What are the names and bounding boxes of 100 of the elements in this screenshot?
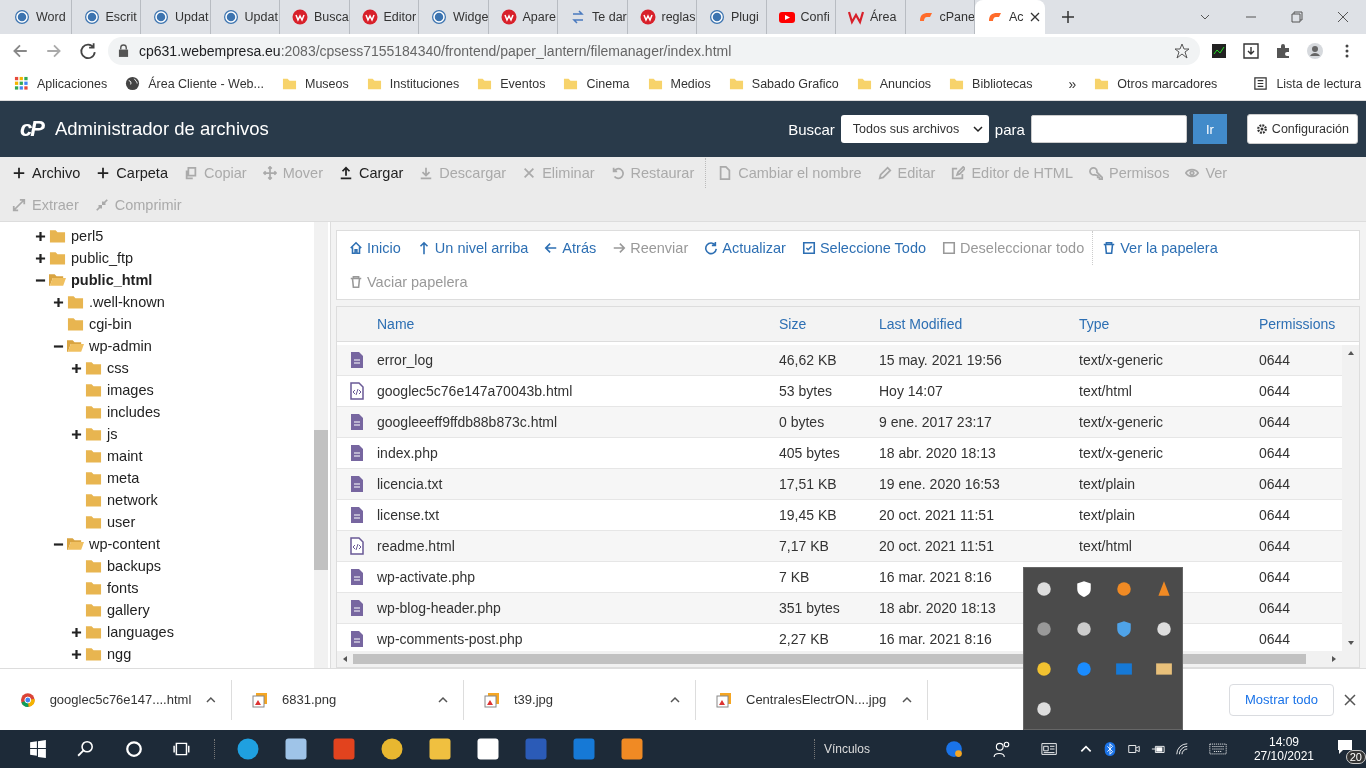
folder-name[interactable]: perl5 — [71, 228, 104, 244]
expand-icon[interactable] — [71, 648, 82, 660]
folder-name[interactable]: ngg — [107, 646, 132, 662]
browser-tab[interactable]: Widge — [419, 0, 489, 34]
show-all-button[interactable]: Mostrar todo — [1229, 683, 1334, 716]
expand-icon[interactable] — [53, 296, 64, 308]
folder-name[interactable]: css — [107, 360, 129, 376]
close-icon[interactable] — [1344, 693, 1356, 706]
folder-name[interactable]: gallery — [107, 602, 150, 618]
download-item[interactable]: CentralesElectrON....jpg — [696, 679, 928, 720]
bookmark[interactable]: Lista de lectura — [1253, 76, 1362, 91]
bookmark[interactable]: Otros marcadores — [1094, 76, 1218, 91]
browser-tab[interactable]: Apare — [488, 0, 558, 34]
download-icon[interactable] — [1243, 42, 1259, 59]
column-header[interactable]: Name — [377, 316, 779, 332]
shield-icon[interactable] — [1115, 620, 1133, 638]
bookmark[interactable]: Instituciones — [366, 76, 460, 91]
bookmark[interactable]: Bibliotecas — [949, 76, 1033, 91]
expand-icon[interactable] — [71, 626, 82, 638]
folder-name[interactable]: public_ftp — [71, 250, 134, 266]
wifi-icon[interactable] — [1174, 742, 1189, 756]
file-name[interactable]: googlec5c76e147a70043b.html — [377, 383, 779, 399]
folder-name[interactable]: wp-content — [89, 536, 160, 552]
nav-button[interactable]: Inicio — [341, 231, 409, 265]
bookmark[interactable]: Museos — [282, 76, 349, 91]
browser-tab[interactable]: Updat — [141, 0, 211, 34]
folder-name[interactable]: wp-admin — [89, 338, 152, 354]
browser-tab[interactable]: Área — [836, 0, 906, 34]
folder-name[interactable]: languages — [107, 624, 174, 640]
file-name[interactable]: license.txt — [377, 507, 779, 523]
circle-icon[interactable] — [125, 740, 143, 758]
search-icon[interactable] — [77, 740, 95, 758]
folder-name[interactable]: images — [107, 382, 154, 398]
file-name[interactable]: licencia.txt — [377, 476, 779, 492]
bluetooth-icon[interactable] — [1102, 742, 1117, 756]
download-item[interactable]: 6831.png — [232, 679, 464, 720]
browser-tab[interactable]: Plugi — [697, 0, 767, 34]
file-name[interactable]: index.php — [377, 445, 779, 461]
expand-icon[interactable] — [71, 428, 82, 440]
task-view-icon[interactable] — [173, 740, 191, 758]
round-badge-icon[interactable] — [1115, 580, 1133, 598]
expand-icon[interactable] — [71, 362, 82, 374]
reload-icon[interactable] — [79, 41, 97, 60]
toolbar-button[interactable]: Carpeta — [88, 157, 176, 189]
folder-name[interactable]: cgi-bin — [89, 316, 132, 332]
browser-tab[interactable]: Escrit — [71, 0, 141, 34]
folder-name[interactable]: public_html — [71, 272, 153, 288]
close-icon[interactable] — [1337, 11, 1349, 23]
chart-extension-icon[interactable] — [1211, 42, 1227, 59]
settings-button[interactable]: Configuración — [1246, 114, 1358, 144]
nav-button[interactable]: Seleccione Todo — [793, 231, 935, 265]
file-name[interactable]: readme.html — [377, 538, 779, 554]
folder-name[interactable]: js — [107, 426, 118, 442]
profile-icon[interactable] — [1307, 42, 1323, 59]
column-header[interactable]: Type — [1079, 316, 1259, 332]
expand-icon[interactable] — [35, 252, 46, 264]
browser-tab[interactable]: reglas — [627, 0, 697, 34]
nav-button[interactable]: Ver la papelera — [1094, 231, 1226, 265]
nav-button[interactable]: Atrás — [536, 231, 605, 265]
browser-tab[interactable]: Editor — [349, 0, 419, 34]
file-name[interactable]: googleeeff9ffdb88b873c.html — [377, 414, 779, 430]
browser-tab[interactable]: Ac — [975, 0, 1045, 34]
browser-tab[interactable]: Updat — [210, 0, 280, 34]
bookmark[interactable]: Cinema — [563, 76, 630, 91]
browser-tab[interactable]: Word — [2, 0, 72, 34]
browser-tab[interactable]: Busca — [280, 0, 350, 34]
toolbar-button[interactable]: Cargar — [330, 157, 412, 189]
folder-name[interactable]: network — [107, 492, 158, 508]
more-bookmarks-button[interactable]: » — [1068, 75, 1077, 92]
camera-icon[interactable] — [1126, 742, 1141, 756]
file-name[interactable]: wp-comments-post.php — [377, 631, 779, 647]
bookmark[interactable]: Medios — [647, 76, 711, 91]
windows-start-icon[interactable] — [29, 740, 47, 758]
column-header[interactable]: Permissions — [1259, 316, 1342, 332]
close-icon[interactable] — [1029, 12, 1040, 22]
nav-button[interactable]: Actualizar — [696, 231, 794, 265]
keyboard-icon[interactable] — [1208, 740, 1227, 758]
search-field[interactable] — [1030, 115, 1187, 143]
column-header[interactable]: Size — [779, 316, 879, 332]
people-icon[interactable] — [992, 740, 1011, 758]
scroll-thumb[interactable] — [314, 430, 328, 570]
news-icon[interactable] — [1040, 740, 1059, 758]
envelope-icon[interactable] — [1155, 660, 1173, 678]
browser-tab[interactable]: Te dar — [558, 0, 628, 34]
scope-dropdown[interactable]: Todos sus archivos — [840, 115, 989, 143]
folder-name[interactable]: user — [107, 514, 136, 530]
file-name[interactable]: wp-blog-header.php — [377, 600, 779, 616]
clock[interactable]: 14:09 27/10/2021 — [1253, 735, 1314, 763]
folder-name[interactable]: meta — [107, 470, 140, 486]
bookmark[interactable]: Área Cliente - Web... — [125, 76, 264, 91]
folder-name[interactable]: includes — [107, 404, 161, 420]
file-name[interactable]: wp-activate.php — [377, 569, 779, 585]
folder-name[interactable]: maint — [107, 448, 143, 464]
puzzle-icon[interactable] — [1275, 42, 1291, 59]
folder-name[interactable]: backups — [107, 558, 161, 574]
folder-name[interactable]: fonts — [107, 580, 139, 596]
file-name[interactable]: error_log — [377, 352, 779, 368]
toolbar-button[interactable]: Archivo — [4, 157, 89, 189]
bookmark[interactable]: Anuncios — [856, 76, 932, 91]
restore-icon[interactable] — [1291, 11, 1303, 23]
